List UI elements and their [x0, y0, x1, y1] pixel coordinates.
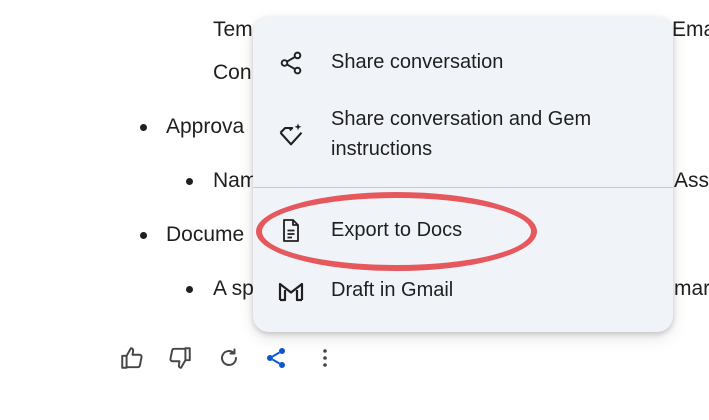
bullet	[186, 178, 193, 185]
text-fragment: Ema	[672, 18, 709, 41]
menu-item-draft-in-gmail[interactable]: Draft in Gmail	[253, 269, 673, 313]
docs-icon	[277, 217, 305, 245]
menu-item-label: Draft in Gmail	[331, 279, 454, 301]
share-icon	[277, 49, 305, 77]
menu-item-share-conversation-and-gem[interactable]: Share conversation and Gem instructions	[253, 101, 673, 167]
menu-item-label: Export to Docs	[331, 219, 463, 241]
more-vert-icon[interactable]	[311, 344, 339, 372]
list-item-heading: Docume	[166, 223, 245, 246]
text-fragment: mar	[674, 277, 709, 300]
menu-item-label: Share conversation	[331, 51, 504, 73]
list-item: Nam	[213, 169, 258, 192]
gmail-icon	[277, 277, 305, 305]
screen: Tem Ema Con Approva Nam Assu Docume A sp…	[0, 0, 709, 420]
gem-icon	[277, 121, 305, 149]
menu-item-label: instructions	[331, 138, 433, 160]
share-menu: Share conversation Share conversation an…	[253, 17, 673, 332]
text-fragment: Assu	[674, 169, 709, 192]
bullet	[140, 124, 147, 131]
thumbs-up-icon[interactable]	[118, 344, 146, 372]
text-fragment: Con	[213, 61, 252, 84]
menu-item-share-conversation[interactable]: Share conversation	[253, 41, 673, 85]
menu-item-export-to-docs[interactable]: Export to Docs	[253, 209, 673, 253]
menu-divider	[253, 187, 673, 188]
list-item-heading: Approva	[166, 115, 245, 138]
regenerate-icon[interactable]	[215, 344, 243, 372]
bullet	[140, 232, 147, 239]
thumbs-down-icon[interactable]	[166, 344, 194, 372]
menu-item-label: Share conversation and Gem	[331, 108, 592, 130]
list-item: A sp	[213, 277, 254, 300]
text-fragment: Tem	[213, 18, 253, 41]
share-icon[interactable]	[262, 344, 290, 372]
bullet	[186, 286, 193, 293]
